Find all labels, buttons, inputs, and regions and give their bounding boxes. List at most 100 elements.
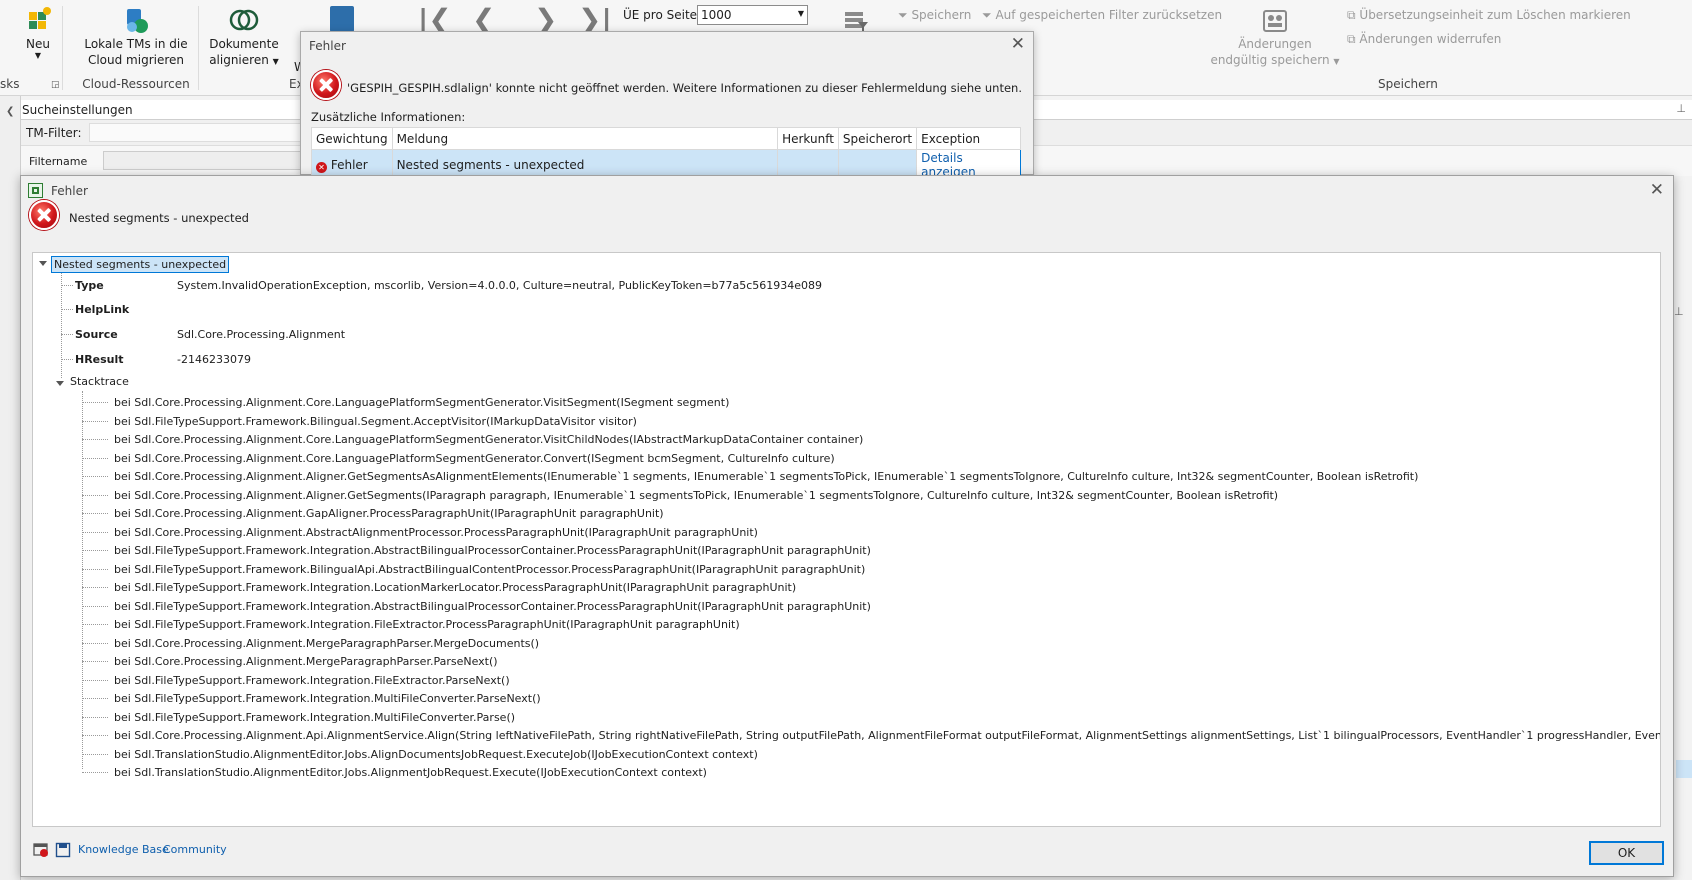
tm-filter-label: TM-Filter: bbox=[26, 126, 82, 140]
previous-page-icon[interactable]: ❮ bbox=[472, 6, 495, 34]
error-report-icon[interactable] bbox=[33, 842, 49, 858]
new-tm-icon bbox=[23, 6, 53, 32]
new-button[interactable]: Neu ▼ bbox=[20, 6, 56, 60]
stacktrace-line[interactable]: bei Sdl.FileTypeSupport.Framework.Integr… bbox=[114, 674, 510, 687]
stacktrace-line[interactable]: bei Sdl.Core.Processing.Alignment.Aligne… bbox=[114, 489, 1278, 502]
prop-key-hresult: HResult bbox=[75, 353, 124, 366]
save-filter-label: Speichern bbox=[911, 8, 972, 22]
knowledge-base-link[interactable]: Knowledge Base bbox=[78, 843, 169, 856]
stacktrace-line[interactable]: bei Sdl.TranslationStudio.AlignmentEdito… bbox=[114, 748, 758, 761]
error-dialog-primary: Fehler ✕ 'GESPIH_GESPIH.sdlalign' konnte… bbox=[300, 31, 1034, 181]
column-header-speicherort[interactable]: Speicherort bbox=[837, 127, 918, 150]
stacktrace-line[interactable]: bei Sdl.FileTypeSupport.Framework.Biling… bbox=[114, 415, 637, 428]
tm-filter-input[interactable] bbox=[89, 123, 319, 142]
dialog-launcher-icon[interactable]: ◲ bbox=[51, 80, 60, 90]
stacktrace-line[interactable]: bei Sdl.Core.Processing.Alignment.Abstra… bbox=[114, 526, 758, 539]
stacktrace-line[interactable]: bei Sdl.FileTypeSupport.Framework.Integr… bbox=[114, 600, 871, 613]
selected-row-fragment bbox=[1676, 760, 1692, 778]
chevron-down-icon: ▼ bbox=[1333, 57, 1340, 66]
commit-icon bbox=[1260, 6, 1290, 32]
commit-changes-button[interactable]: Änderungen endgültig speichern ▼ bbox=[1210, 6, 1340, 70]
column-header-meldung[interactable]: Meldung bbox=[391, 127, 779, 150]
filter-icon: ⏷ bbox=[898, 8, 908, 22]
undo-changes-button[interactable]: ⧉ Änderungen widerrufen bbox=[1347, 32, 1501, 47]
align-documents-button[interactable]: Dokumente alignieren ▼ bbox=[206, 6, 282, 70]
stacktrace-line[interactable]: bei Sdl.Core.Processing.Alignment.GapAli… bbox=[114, 507, 664, 520]
stacktrace-node[interactable]: Stacktrace bbox=[70, 375, 129, 388]
tree-guide bbox=[82, 439, 108, 440]
stacktrace-line[interactable]: bei Sdl.TranslationStudio.AlignmentEdito… bbox=[114, 766, 707, 779]
tree-guide bbox=[82, 661, 108, 662]
next-page-icon[interactable]: ❯ bbox=[534, 6, 557, 34]
undo-changes-label: Änderungen widerrufen bbox=[1359, 32, 1502, 46]
tree-guide bbox=[61, 309, 73, 310]
migrate-cloud-button[interactable]: Lokale TMs in die Cloud migrieren bbox=[78, 6, 194, 68]
dialog1-title: Fehler bbox=[309, 39, 346, 53]
tree-guide bbox=[82, 772, 108, 773]
tree-root-node[interactable]: Nested segments - unexpected bbox=[51, 256, 230, 273]
first-page-icon[interactable]: |❮ bbox=[418, 6, 452, 34]
stacktrace-line[interactable]: bei Sdl.Core.Processing.Alignment.Api.Al… bbox=[114, 729, 1660, 742]
tree-guide bbox=[82, 391, 83, 769]
tree-guide bbox=[82, 476, 108, 477]
reset-filter-button[interactable]: ⏷ Auf gespeicherten Filter zurücksetzen bbox=[982, 8, 1222, 23]
tree-guide bbox=[82, 568, 108, 570]
dialog2-title: Fehler bbox=[51, 184, 88, 198]
stacktrace-line[interactable]: bei Sdl.Core.Processing.Alignment.Core.L… bbox=[114, 433, 863, 446]
stacktrace-line[interactable]: bei Sdl.FileTypeSupport.Framework.Biling… bbox=[114, 563, 865, 576]
chevron-down-icon: ▼ bbox=[272, 57, 279, 66]
cloud-migrate-icon bbox=[121, 6, 151, 33]
column-header-herkunft[interactable]: Herkunft bbox=[777, 127, 839, 150]
ue-per-page-select[interactable]: 1000 ▼ bbox=[697, 5, 808, 25]
stacktrace-line[interactable]: bei Sdl.Core.Processing.Alignment.Aligne… bbox=[114, 470, 1418, 483]
tree-guide bbox=[82, 513, 108, 514]
chevron-down-icon: ▼ bbox=[797, 9, 804, 18]
app-icon bbox=[28, 183, 43, 198]
left-pane: ❮ bbox=[0, 96, 21, 880]
stacktrace-line[interactable]: bei Sdl.Core.Processing.Alignment.Core.L… bbox=[114, 396, 729, 409]
mark-delete-button[interactable]: ⧉ Übersetzungseinheit zum Löschen markie… bbox=[1347, 8, 1631, 23]
error-small-icon: ✕ bbox=[316, 161, 327, 173]
tree-guide bbox=[61, 334, 73, 335]
undo-icon: ⧉ bbox=[1347, 32, 1356, 46]
filtername-input[interactable] bbox=[103, 151, 319, 170]
filter-reset-icon: ⏷ bbox=[982, 8, 992, 22]
column-header-gewichtung[interactable]: Gewichtung bbox=[311, 127, 393, 150]
stacktrace-line[interactable]: bei Sdl.FileTypeSupport.Framework.Integr… bbox=[114, 711, 515, 724]
collapse-icon[interactable] bbox=[56, 381, 64, 386]
tree-guide bbox=[82, 642, 108, 644]
tree-guide bbox=[61, 359, 73, 360]
document-icon[interactable] bbox=[330, 6, 354, 32]
last-page-icon[interactable]: ❯| bbox=[578, 6, 612, 34]
stacktrace-line[interactable]: bei Sdl.Core.Processing.Alignment.Core.L… bbox=[114, 452, 835, 465]
stacktrace-line[interactable]: bei Sdl.FileTypeSupport.Framework.Integr… bbox=[114, 618, 740, 631]
stacktrace-line[interactable]: bei Sdl.FileTypeSupport.Framework.Integr… bbox=[114, 692, 541, 705]
exception-tree: Nested segments - unexpected Type System… bbox=[32, 252, 1661, 827]
prop-key-source: Source bbox=[75, 328, 118, 341]
close-icon[interactable]: ✕ bbox=[1650, 182, 1664, 199]
pin-icon[interactable]: ⊥ bbox=[1676, 102, 1686, 115]
collapse-icon[interactable] bbox=[39, 261, 47, 266]
save-icon[interactable] bbox=[55, 842, 71, 858]
tree-guide bbox=[82, 679, 108, 681]
tree-guide bbox=[82, 457, 108, 459]
ok-button[interactable]: OK bbox=[1589, 841, 1664, 865]
column-header-exception[interactable]: Exception bbox=[916, 127, 1021, 150]
save-filter-button[interactable]: ⏷ Speichern bbox=[898, 8, 971, 23]
tree-guide bbox=[82, 624, 108, 625]
stacktrace-line[interactable]: bei Sdl.Core.Processing.Alignment.MergeP… bbox=[114, 655, 498, 668]
chevron-left-icon[interactable]: ❮ bbox=[6, 106, 14, 117]
align-label-1: Dokumente bbox=[209, 37, 279, 51]
tree-guide bbox=[82, 420, 108, 422]
gewichtung-value: Fehler bbox=[330, 157, 368, 172]
stacktrace-line[interactable]: bei Sdl.FileTypeSupport.Framework.Integr… bbox=[114, 544, 871, 557]
pin-icon[interactable]: ⊥ bbox=[1674, 305, 1684, 318]
chevron-down-icon: ▼ bbox=[34, 51, 42, 60]
stacktrace-line[interactable]: bei Sdl.Core.Processing.Alignment.MergeP… bbox=[114, 637, 539, 650]
error-icon bbox=[29, 200, 59, 230]
tree-guide bbox=[82, 735, 108, 736]
community-link[interactable]: Community bbox=[163, 843, 227, 856]
new-button-label: Neu bbox=[26, 37, 50, 51]
stacktrace-line[interactable]: bei Sdl.FileTypeSupport.Framework.Integr… bbox=[114, 581, 796, 594]
close-icon[interactable]: ✕ bbox=[1011, 36, 1025, 53]
